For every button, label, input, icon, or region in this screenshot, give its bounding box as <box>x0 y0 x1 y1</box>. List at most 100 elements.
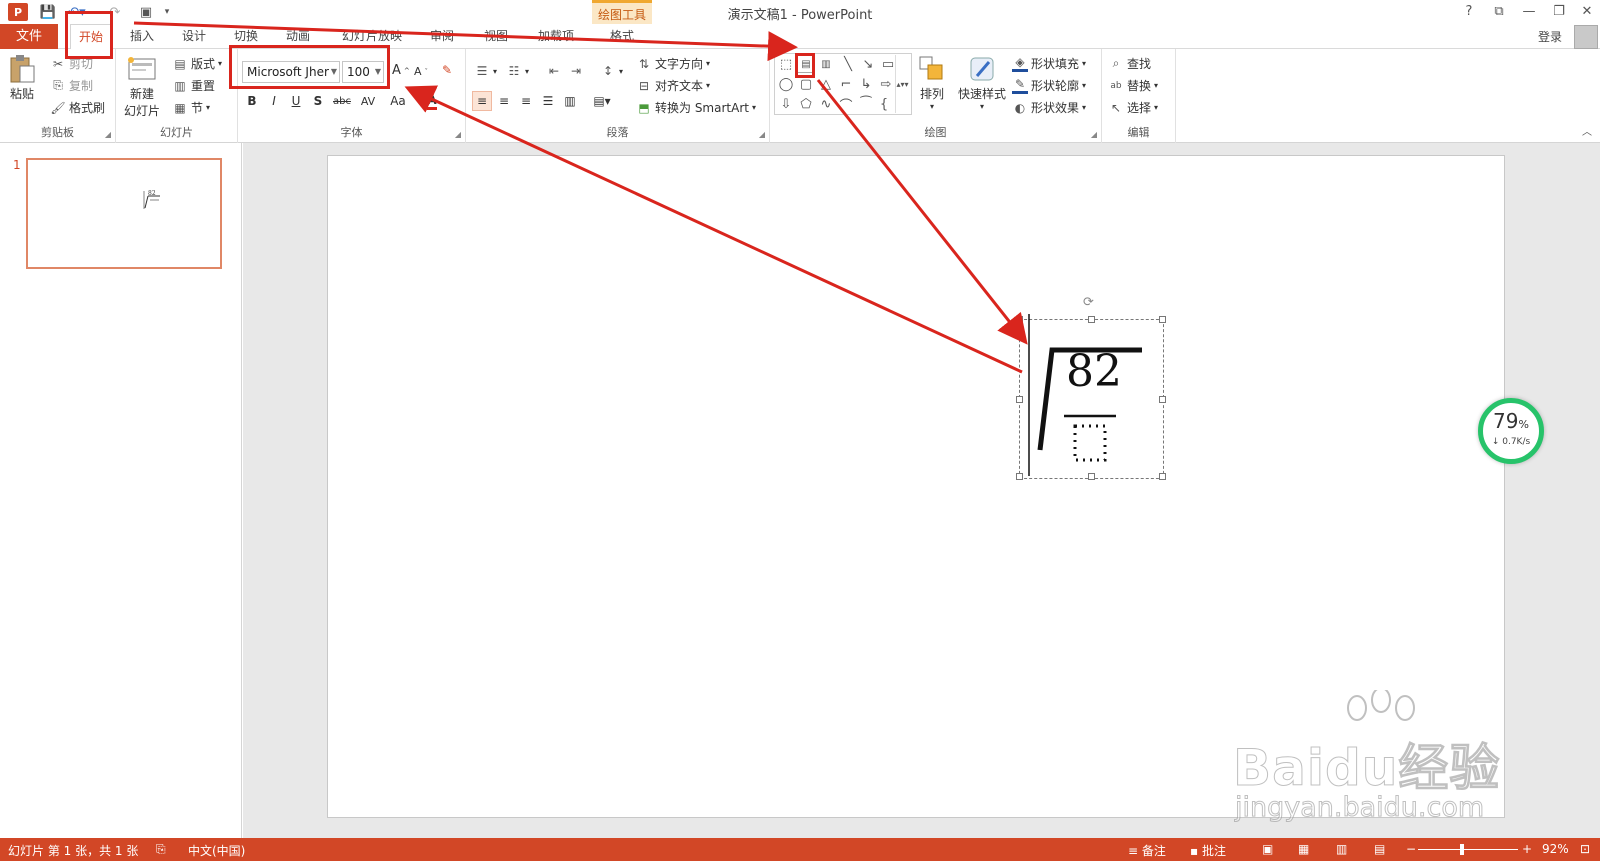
resize-handle[interactable] <box>1016 396 1023 403</box>
undo-icon[interactable]: ↶▾ <box>66 3 88 21</box>
align-center-button[interactable]: ≡ <box>494 91 514 111</box>
resize-handle[interactable] <box>1088 473 1095 480</box>
tab-home[interactable]: 开始 <box>70 24 112 49</box>
decrease-indent-button[interactable]: ⇤ <box>546 63 562 79</box>
copy-button[interactable]: ⎘ 复制 <box>50 77 93 94</box>
tab-design[interactable]: 设计 <box>172 24 216 49</box>
right-arrow-shape-icon[interactable]: ⇨ <box>877 75 895 93</box>
tab-format[interactable]: 格式 <box>598 24 646 49</box>
italic-button[interactable]: I <box>264 91 284 111</box>
down-arrow-shape-icon[interactable]: ⇩ <box>777 95 795 113</box>
zoom-level[interactable]: 92% <box>1542 842 1569 856</box>
new-slide-button[interactable]: 新建 幻灯片 <box>124 53 160 119</box>
start-slideshow-icon[interactable]: ▣ <box>136 3 156 21</box>
tab-slideshow[interactable]: 幻灯片放映 <box>332 24 412 49</box>
resize-handle[interactable] <box>1016 316 1023 323</box>
dialog-launcher-icon[interactable]: ◢ <box>105 130 111 139</box>
zoom-in-button[interactable]: + <box>1522 842 1532 856</box>
redo-icon[interactable]: ↷ <box>106 3 124 21</box>
dialog-launcher-icon[interactable]: ◢ <box>759 130 765 139</box>
paste-button[interactable]: 粘贴 <box>6 53 38 102</box>
character-spacing-button[interactable]: AV <box>356 91 380 111</box>
distributed-button[interactable]: ▥ <box>560 91 580 111</box>
clear-formatting-icon[interactable]: ✎ <box>442 63 452 77</box>
equation-selection-box[interactable] <box>1016 316 1166 480</box>
zoom-out-button[interactable]: − <box>1406 842 1416 856</box>
tab-insert[interactable]: 插入 <box>120 24 164 49</box>
tab-view[interactable]: 视图 <box>474 24 518 49</box>
font-color-button[interactable]: A <box>422 91 442 111</box>
language-status[interactable]: 中文(中国) <box>188 842 245 859</box>
font-size-combo[interactable]: 100 ▼ <box>342 61 384 83</box>
change-case-button[interactable]: Aa <box>386 91 410 111</box>
collapse-ribbon-icon[interactable]: ︿ <box>1582 123 1592 138</box>
dialog-launcher-icon[interactable]: ◢ <box>1091 130 1097 139</box>
text-shadow-button[interactable]: S <box>308 91 328 111</box>
elbow-connector-icon[interactable]: ⌐ <box>837 75 855 93</box>
help-button[interactable]: ? <box>1456 3 1482 21</box>
oval-shape-icon[interactable]: ◯ <box>777 75 795 93</box>
restore-button[interactable]: ❐ <box>1546 3 1572 21</box>
find-button[interactable]: ⌕ 查找 <box>1108 55 1151 72</box>
brace-shape-icon[interactable]: { <box>875 95 893 113</box>
shape-outline-button[interactable]: ✎ 形状轮廓 ▾ <box>1012 77 1086 94</box>
underline-button[interactable]: U <box>286 91 306 111</box>
arc-shape-icon[interactable]: ⌒ <box>837 95 855 114</box>
zoom-slider[interactable] <box>1418 849 1518 850</box>
cube-shape-icon[interactable]: ⬚ <box>777 55 795 73</box>
slide-sorter-view-icon[interactable]: ▦ <box>1298 842 1309 856</box>
zoom-slider-thumb[interactable] <box>1460 844 1464 855</box>
gallery-scroll-icon[interactable]: ▴▾▾ <box>895 55 909 113</box>
quick-styles-button[interactable]: 快速样式 ▾ <box>958 53 1006 111</box>
equation-radicand[interactable]: 82 <box>1066 350 1122 394</box>
font-name-combo[interactable]: Microsoft Jher ▼ <box>242 61 340 83</box>
select-button[interactable]: ↖ 选择 ▾ <box>1108 99 1158 116</box>
increase-indent-button[interactable]: ⇥ <box>568 63 584 79</box>
minimize-button[interactable]: — <box>1516 3 1542 21</box>
shape-fill-button[interactable]: ◈ 形状填充 ▾ <box>1012 55 1086 72</box>
bold-button[interactable]: B <box>242 91 262 111</box>
cut-button[interactable]: ✂ 剪切 <box>50 55 93 72</box>
save-icon[interactable]: 💾 <box>38 3 58 21</box>
tab-transitions[interactable]: 切换 <box>224 24 268 49</box>
notes-button[interactable]: ≡ 备注 <box>1128 842 1166 859</box>
vertical-text-box-icon[interactable]: ▥ <box>817 55 835 73</box>
decrease-font-size-button[interactable]: Aˇ <box>414 65 428 78</box>
shapes-gallery[interactable]: ⬚ ▤ ▥ ╲ ↘ ▭ ◯ ▢ △ ⌐ ↳ ⇨ ⇩ ⬠ ∿ ⌒ ⁀ { ▴▾▾ <box>774 53 912 115</box>
line-spacing-button[interactable]: ↕ ▾ <box>600 63 623 79</box>
elbow-arrow-connector-icon[interactable]: ↳ <box>857 75 875 93</box>
normal-view-icon[interactable]: ▣ <box>1262 842 1273 856</box>
columns-button[interactable]: ▤▾ <box>588 91 616 111</box>
tab-file[interactable]: 文件 <box>0 24 58 49</box>
strikethrough-button[interactable]: abc <box>330 91 354 111</box>
triangle-shape-icon[interactable]: △ <box>817 75 835 93</box>
tab-review[interactable]: 审阅 <box>420 24 464 49</box>
format-painter-button[interactable]: 🖌 格式刷 <box>50 99 105 116</box>
bullets-button[interactable]: ☰ ▾ <box>474 63 497 79</box>
slide-thumbnail[interactable]: 82 <box>26 158 222 269</box>
curve-shape-icon[interactable]: ∿ <box>817 95 835 113</box>
rounded-rectangle-shape-icon[interactable]: ▢ <box>797 75 815 93</box>
reset-button[interactable]: ▥ 重置 <box>172 77 215 94</box>
align-left-button[interactable]: ≡ <box>472 91 492 111</box>
layout-button[interactable]: ▤ 版式 ▾ <box>172 55 222 72</box>
increase-font-size-button[interactable]: A ^ <box>392 63 410 78</box>
resize-handle[interactable] <box>1088 316 1095 323</box>
dialog-launcher-icon[interactable]: ◢ <box>455 130 461 139</box>
comments-button[interactable]: ▪ 批注 <box>1190 842 1226 859</box>
shape-effects-button[interactable]: ◐ 形状效果 ▾ <box>1012 99 1086 116</box>
justify-button[interactable]: ☰ <box>538 91 558 111</box>
align-text-button[interactable]: ⊟ 对齐文本 ▾ <box>636 77 710 94</box>
text-box-shape-icon[interactable]: ▤ <box>797 55 815 73</box>
resize-handle[interactable] <box>1159 473 1166 480</box>
reading-view-icon[interactable]: ▥ <box>1336 842 1347 856</box>
replace-button[interactable]: ab 替换 ▾ <box>1108 77 1158 94</box>
section-button[interactable]: ▦ 节 ▾ <box>172 99 210 116</box>
ribbon-display-options-button[interactable]: ⧉ <box>1486 3 1512 21</box>
convert-smartart-button[interactable]: ⬒ 转换为 SmartArt ▾ <box>636 99 756 116</box>
avatar[interactable] <box>1574 25 1598 49</box>
text-direction-button[interactable]: ⇅ 文字方向 ▾ <box>636 55 710 72</box>
network-speed-widget[interactable]: 79% ↓ 0.7K/s <box>1478 398 1544 464</box>
freeform-shape-icon[interactable]: ⬠ <box>797 95 815 113</box>
sign-in-link[interactable]: 登录 <box>1538 28 1562 45</box>
